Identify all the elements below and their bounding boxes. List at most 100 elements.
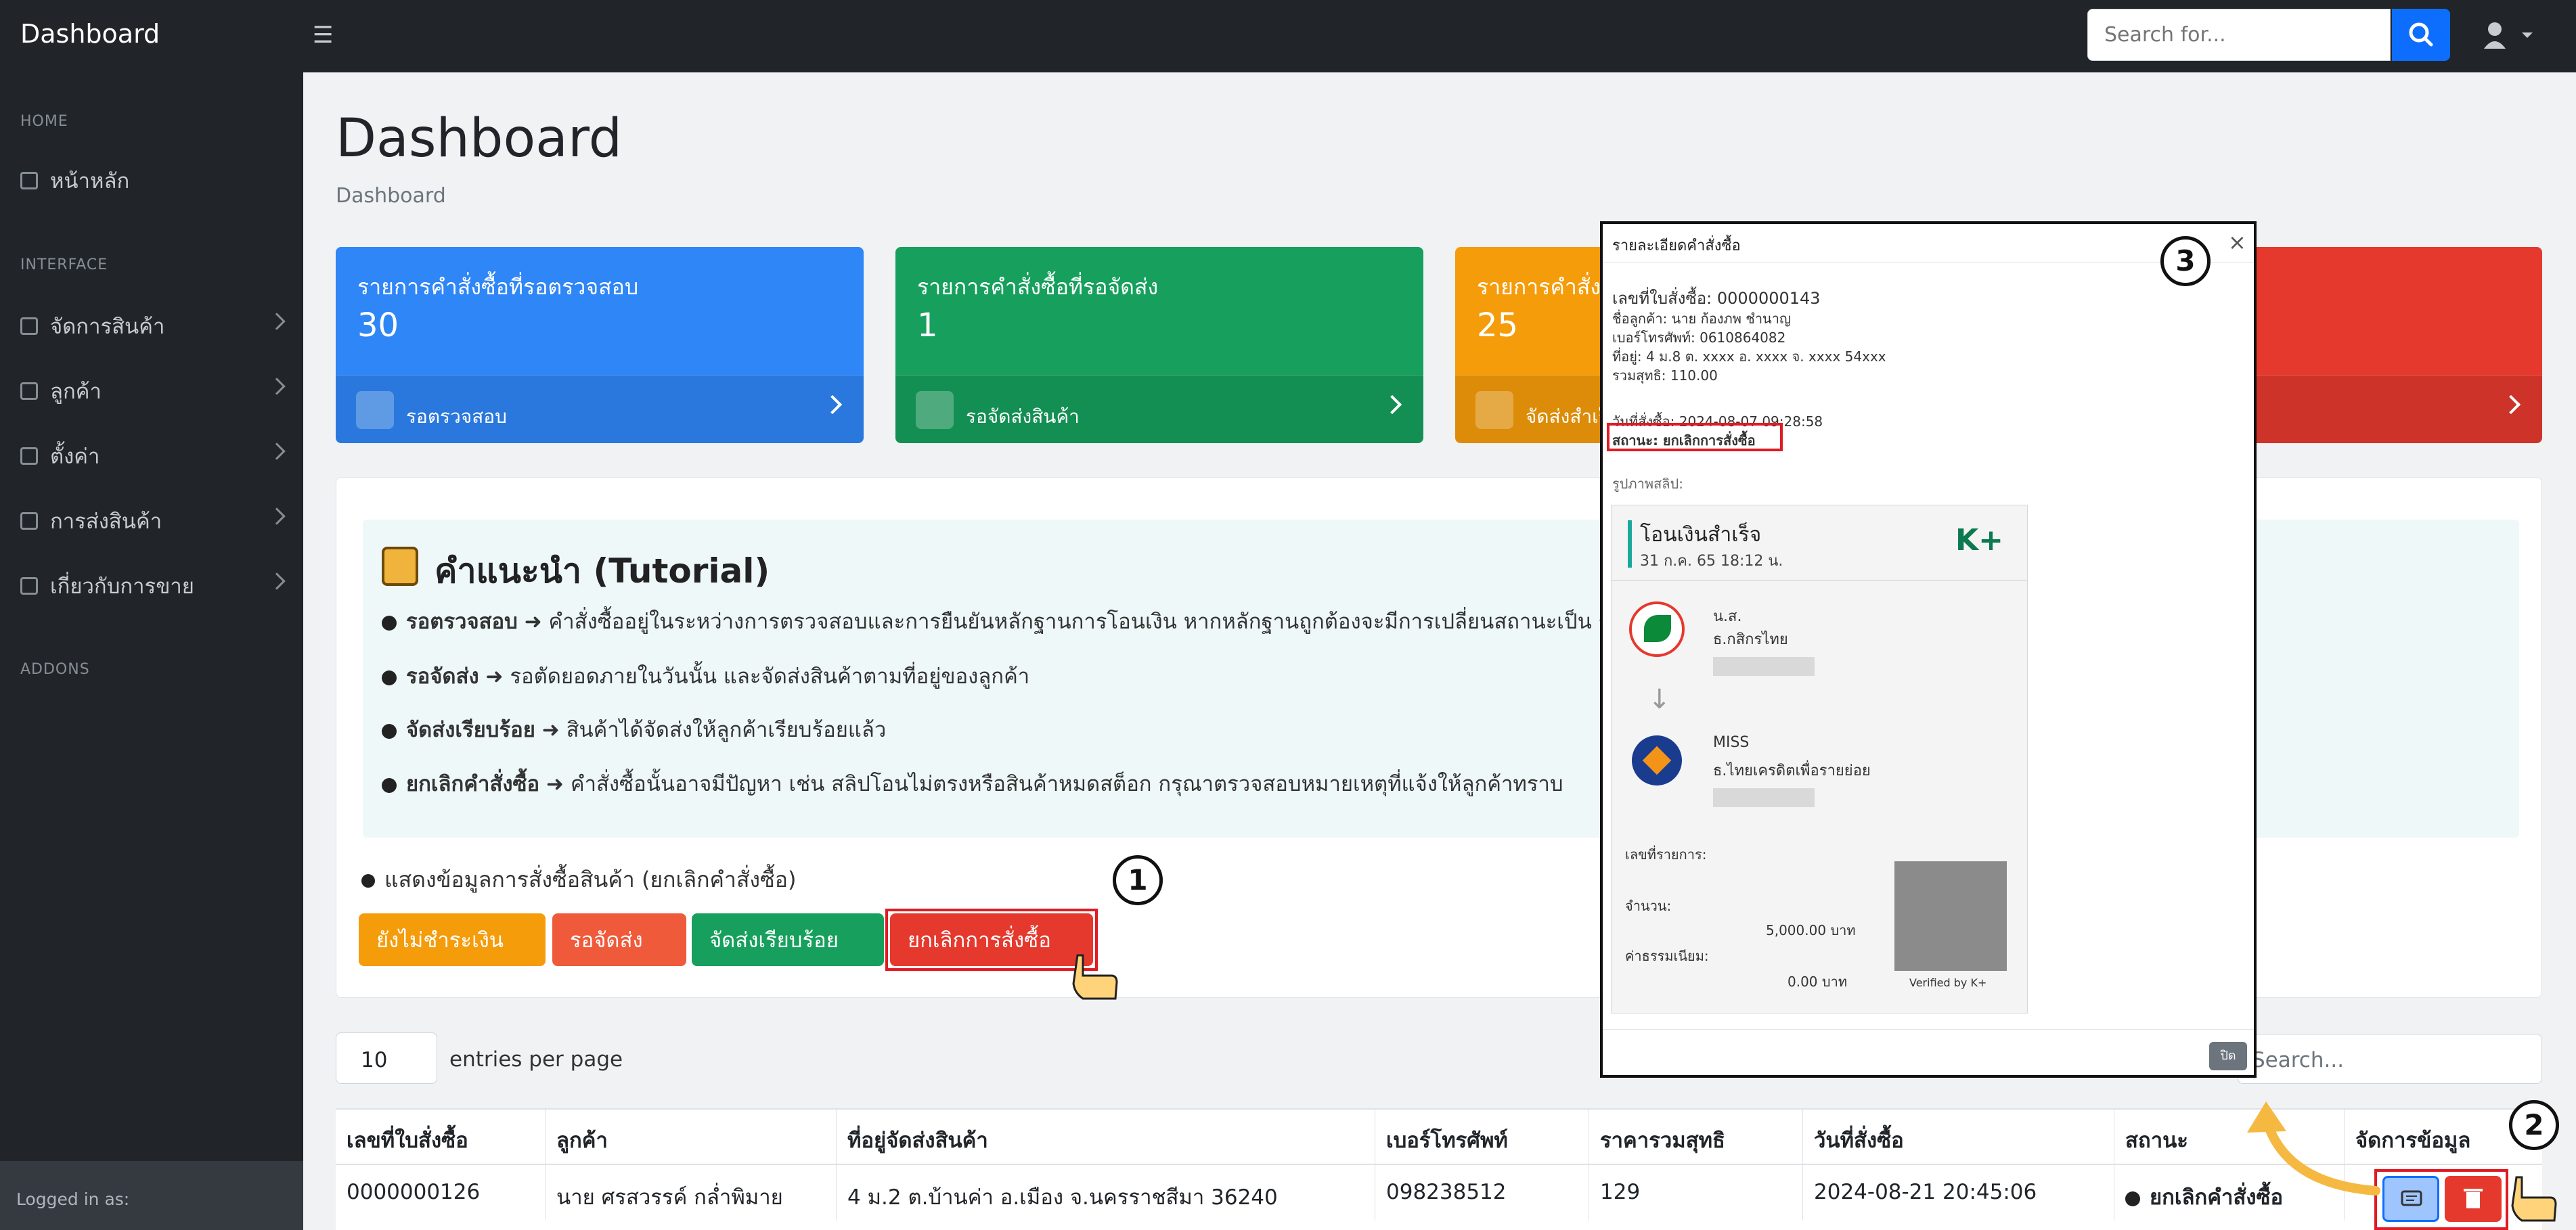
leaf-icon [1644, 615, 1671, 642]
sidebar-item-home[interactable]: หน้าหลัก [20, 160, 283, 201]
modal-title: รายละเอียดคำสั่งซื้อ [1612, 237, 1741, 254]
entries-select[interactable]: 10 [336, 1032, 437, 1084]
table-cell-phone: 098238512 [1375, 1165, 1589, 1221]
close-icon[interactable]: × [2228, 229, 2246, 255]
sender-bank: ธ.กสิกรไทย [1713, 631, 1788, 648]
arrow-down-icon: ↓ [1648, 684, 1671, 715]
amount-value: 5,000.00 บาท [1766, 922, 1856, 938]
sidebar-toggle-icon[interactable]: ☰ [313, 22, 333, 49]
sidebar-heading-home: HOME [20, 113, 68, 130]
home-icon [20, 172, 38, 189]
chevron-right-icon [268, 378, 286, 395]
sidebar-item-settings[interactable]: ตั้งค่า [20, 436, 286, 476]
chevron-right-icon [2501, 394, 2521, 415]
tutorial-row: รอตรวจสอบ ➜ คำสั่งซื้ออยู่ในระหว่างการตร… [382, 604, 1609, 638]
button-label: จัดส่งเรียบร้อย [709, 928, 839, 953]
diamond-icon [1642, 746, 1672, 775]
column-header-address[interactable]: ที่อยู่จัดส่งสินค้า [837, 1110, 1375, 1165]
user-icon [2484, 22, 2533, 49]
sidebar-item-label: ตั้งค่า [50, 445, 100, 469]
slip-label: รูปภาพสลิป: [1612, 476, 1683, 492]
order-total: รวมสุทธิ: 110.00 [1612, 367, 1718, 384]
customer-icon [20, 382, 38, 400]
user-menu-button[interactable] [2483, 19, 2544, 51]
highlight-box [885, 909, 1098, 971]
card-title: รายการคำสั่งซื้อที่รอตรวจสอบ [357, 274, 639, 300]
sidebar-heading-addons: ADDONS [20, 661, 90, 678]
card-pending-review: รายการคำสั่งซื้อที่รอตรวจสอบ 30 รอตรวจสอ… [336, 247, 864, 443]
filter-unpaid-button[interactable]: ยังไม่ชำระเงิน [359, 913, 546, 966]
brand-title[interactable]: Dashboard [20, 19, 160, 49]
truck-icon [382, 670, 397, 685]
card-link-label: รอตรวจสอบ [406, 405, 507, 428]
chevron-right-icon [268, 507, 286, 525]
filter-pending-shipping-button[interactable]: รอจัดส่ง [552, 913, 686, 966]
redacted-account [1713, 788, 1815, 807]
receiver-name: MISS [1713, 734, 1750, 751]
card-value: 30 [357, 306, 399, 344]
qr-code-image [1894, 861, 2007, 971]
modal-divider [1603, 262, 2254, 263]
card-footer-link[interactable]: รอจัดส่งสินค้า [895, 375, 1423, 443]
column-header-order-date[interactable]: วันที่สั่งซื้อ [1803, 1110, 2114, 1165]
column-header-phone[interactable]: เบอร์โทรศัพท์ [1375, 1110, 1589, 1165]
sidebar-item-label: หน้าหลัก [50, 169, 130, 193]
sidebar-item-label: จัดการสินค้า [50, 315, 165, 339]
transfer-slip-image: โอนเงินสำเร็จ 31 ก.ค. 65 18:12 น. K+ น.ส… [1611, 505, 2028, 1013]
wallet-icon [1475, 391, 1513, 429]
tutorial-row-label: รอจัดส่ง [406, 664, 479, 689]
order-detail-modal: รายละเอียดคำสั่งซื้อ × เลขที่ใบสั่งซื้อ:… [1600, 221, 2257, 1078]
tutorial-row-text: คำสั่งซื้ออยู่ในระหว่างการตรวจสอบและการย… [548, 610, 1610, 634]
chevron-right-icon [268, 572, 286, 590]
sidebar: HOME หน้าหลัก INTERFACE จัดการสินค้า ลูก… [0, 72, 303, 1230]
pointing-hand-icon [2511, 1176, 2557, 1222]
sidebar-item-label: เกี่ยวกับการขาย [50, 574, 194, 599]
tutorial-row-label: รอตรวจสอบ [406, 610, 518, 634]
button-label: รอจัดส่ง [570, 928, 643, 953]
card-footer-link[interactable]: รอตรวจสอบ [336, 375, 864, 443]
search-input[interactable] [2088, 9, 2390, 60]
product-icon [20, 317, 38, 335]
highlight-box [1607, 423, 1783, 451]
filter-note: แสดงข้อมูลการสั่งซื้อสินค้า (ยกเลิกคำสั่… [361, 863, 796, 897]
tutorial-row: ยกเลิกคำสั่งซื้อ ➜ คำสั่งซื้อนั้นอาจมีปั… [382, 767, 1563, 800]
sidebar-item-shipping[interactable]: การส่งสินค้า [20, 501, 286, 541]
card-title: รายการคำสั่ง [1477, 274, 1601, 300]
card-value: 1 [917, 306, 938, 344]
sidebar-item-customers[interactable]: ลูกค้า [20, 371, 286, 411]
highlight-box [2374, 1169, 2508, 1230]
column-header-order-no[interactable]: เลขที่ใบสั่งซื้อ [336, 1110, 546, 1165]
orders-table: เลขที่ใบสั่งซื้อ ลูกค้า ที่อยู่จัดส่งสิน… [336, 1108, 2542, 1230]
sidebar-item-sales[interactable]: เกี่ยวกับการขาย [20, 566, 286, 606]
column-header-customer[interactable]: ลูกค้า [546, 1110, 837, 1165]
ref-label: เลขที่รายการ: [1625, 846, 1707, 863]
chevron-right-icon [1382, 394, 1402, 415]
table-search-input[interactable]: Search... [2238, 1034, 2542, 1084]
sidebar-item-label: การส่งสินค้า [50, 509, 162, 534]
sidebar-item-products[interactable]: จัดการสินค้า [20, 306, 286, 346]
tutorial-row-text: สินค้าได้จัดส่งให้ลูกค้าเรียบร้อยแล้ว [566, 718, 887, 742]
callout-3: 3 [2160, 236, 2211, 286]
modal-close-button[interactable]: ปิด [2209, 1042, 2247, 1070]
table-cell-order-date: 2024-08-21 20:45:06 [1803, 1165, 2114, 1221]
chevron-right-icon [268, 442, 286, 460]
receiver-bank: ธ.ไทยเครดิตเพื่อรายย่อย [1713, 762, 1871, 779]
slip-title: โอนเงินสำเร็จ [1640, 523, 1762, 547]
filter-shipped-button[interactable]: จัดส่งเรียบร้อย [692, 913, 884, 966]
book-icon [382, 547, 418, 586]
shipping-icon [20, 512, 38, 530]
search-icon [2409, 22, 2433, 47]
search-button[interactable] [2392, 9, 2450, 61]
column-header-total[interactable]: ราคารวมสุทธิ [1589, 1110, 1803, 1165]
x-circle-icon [2125, 1191, 2140, 1206]
kasikorn-bank-icon [1629, 601, 1685, 657]
curved-arrow-icon [2247, 1101, 2380, 1195]
modal-divider [1603, 1029, 2254, 1030]
chevron-right-icon [822, 394, 843, 415]
table-cell-total: 129 [1589, 1165, 1803, 1221]
table-cell-address: 4 ม.2 ต.บ้านค่า อ.เมือง จ.นครราชสีมา 362… [837, 1165, 1375, 1221]
clock-icon [382, 615, 397, 631]
kplus-logo: K+ [1955, 523, 2003, 557]
redacted-account [1713, 657, 1815, 676]
filter-note-text: แสดงข้อมูลการสั่งซื้อสินค้า (ยกเลิกคำสั่… [384, 867, 797, 892]
